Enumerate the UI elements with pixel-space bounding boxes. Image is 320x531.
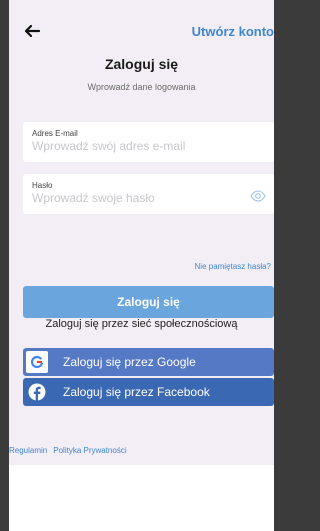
google-login-label: Zaloguj się przez Google: [63, 355, 196, 369]
arrow-left-icon[interactable]: [23, 22, 41, 40]
facebook-login-button[interactable]: Zaloguj się przez Facebook: [23, 378, 274, 406]
eye-icon[interactable]: [250, 190, 266, 202]
login-panel: Utwórz konto Zaloguj się Wprowadź dane l…: [9, 0, 274, 465]
email-placeholder[interactable]: Wprowadź swój adres e-mail: [32, 139, 185, 153]
facebook-login-label: Zaloguj się przez Facebook: [63, 385, 210, 399]
login-button[interactable]: Zaloguj się: [23, 286, 274, 318]
page-subtitle: Wprowadź dane logowania: [87, 82, 196, 92]
privacy-policy-link[interactable]: Polityka Prywatności: [53, 446, 126, 455]
google-icon: [26, 351, 48, 373]
google-login-button[interactable]: Zaloguj się przez Google: [23, 348, 274, 376]
facebook-icon: [26, 381, 48, 403]
password-field[interactable]: Hasło Wprowadź swoje hasło: [23, 174, 274, 214]
create-account-link[interactable]: Utwórz konto: [192, 24, 274, 39]
footer-links: Regulamin Polityka Prywatności: [9, 446, 127, 455]
page-title: Zaloguj się: [104, 56, 179, 72]
forgot-password-link[interactable]: Nie pamiętasz hasła?: [195, 262, 271, 271]
email-label: Adres E-mail: [32, 129, 78, 138]
login-screen: Utwórz konto Zaloguj się Wprowadź dane l…: [9, 0, 274, 531]
email-field[interactable]: Adres E-mail Wprowadź swój adres e-mail: [23, 122, 274, 162]
social-login-caption: Zaloguj się przez sieć społecznościową: [45, 318, 238, 330]
password-label: Hasło: [32, 181, 53, 190]
password-placeholder[interactable]: Wprowadź swoje hasło: [32, 191, 155, 205]
terms-link[interactable]: Regulamin: [9, 446, 47, 455]
